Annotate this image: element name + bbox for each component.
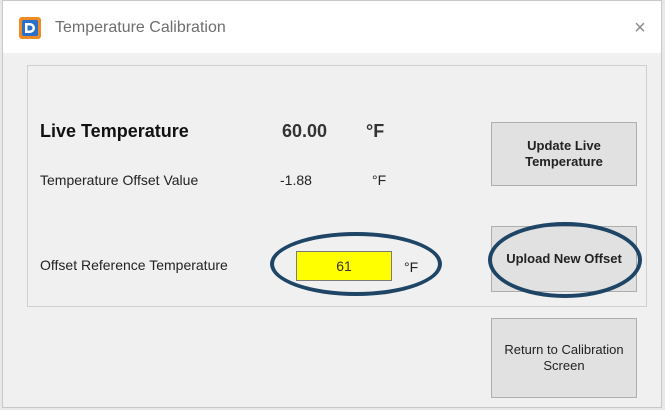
offset-value-label: Temperature Offset Value bbox=[40, 172, 199, 188]
offset-value-unit: °F bbox=[372, 172, 387, 188]
app-logo-icon bbox=[19, 17, 41, 39]
title-bar: Temperature Calibration × bbox=[3, 1, 661, 53]
reference-temperature-unit: °F bbox=[404, 259, 419, 275]
window-title: Temperature Calibration bbox=[55, 19, 226, 36]
close-icon[interactable]: × bbox=[625, 15, 655, 41]
live-temperature-label: Live Temperature bbox=[40, 121, 189, 141]
update-live-temperature-button[interactable]: Update Live Temperature bbox=[491, 122, 637, 186]
live-temperature-unit: °F bbox=[366, 121, 385, 141]
reference-temperature-label: Offset Reference Temperature bbox=[40, 257, 228, 273]
reference-temperature-input[interactable] bbox=[296, 251, 392, 281]
upload-new-offset-button[interactable]: Upload New Offset bbox=[491, 226, 637, 292]
return-to-calibration-button[interactable]: Return to Calibration Screen bbox=[491, 318, 637, 398]
offset-value: -1.88 bbox=[280, 172, 312, 188]
live-temperature-value: 60.00 bbox=[282, 121, 328, 141]
